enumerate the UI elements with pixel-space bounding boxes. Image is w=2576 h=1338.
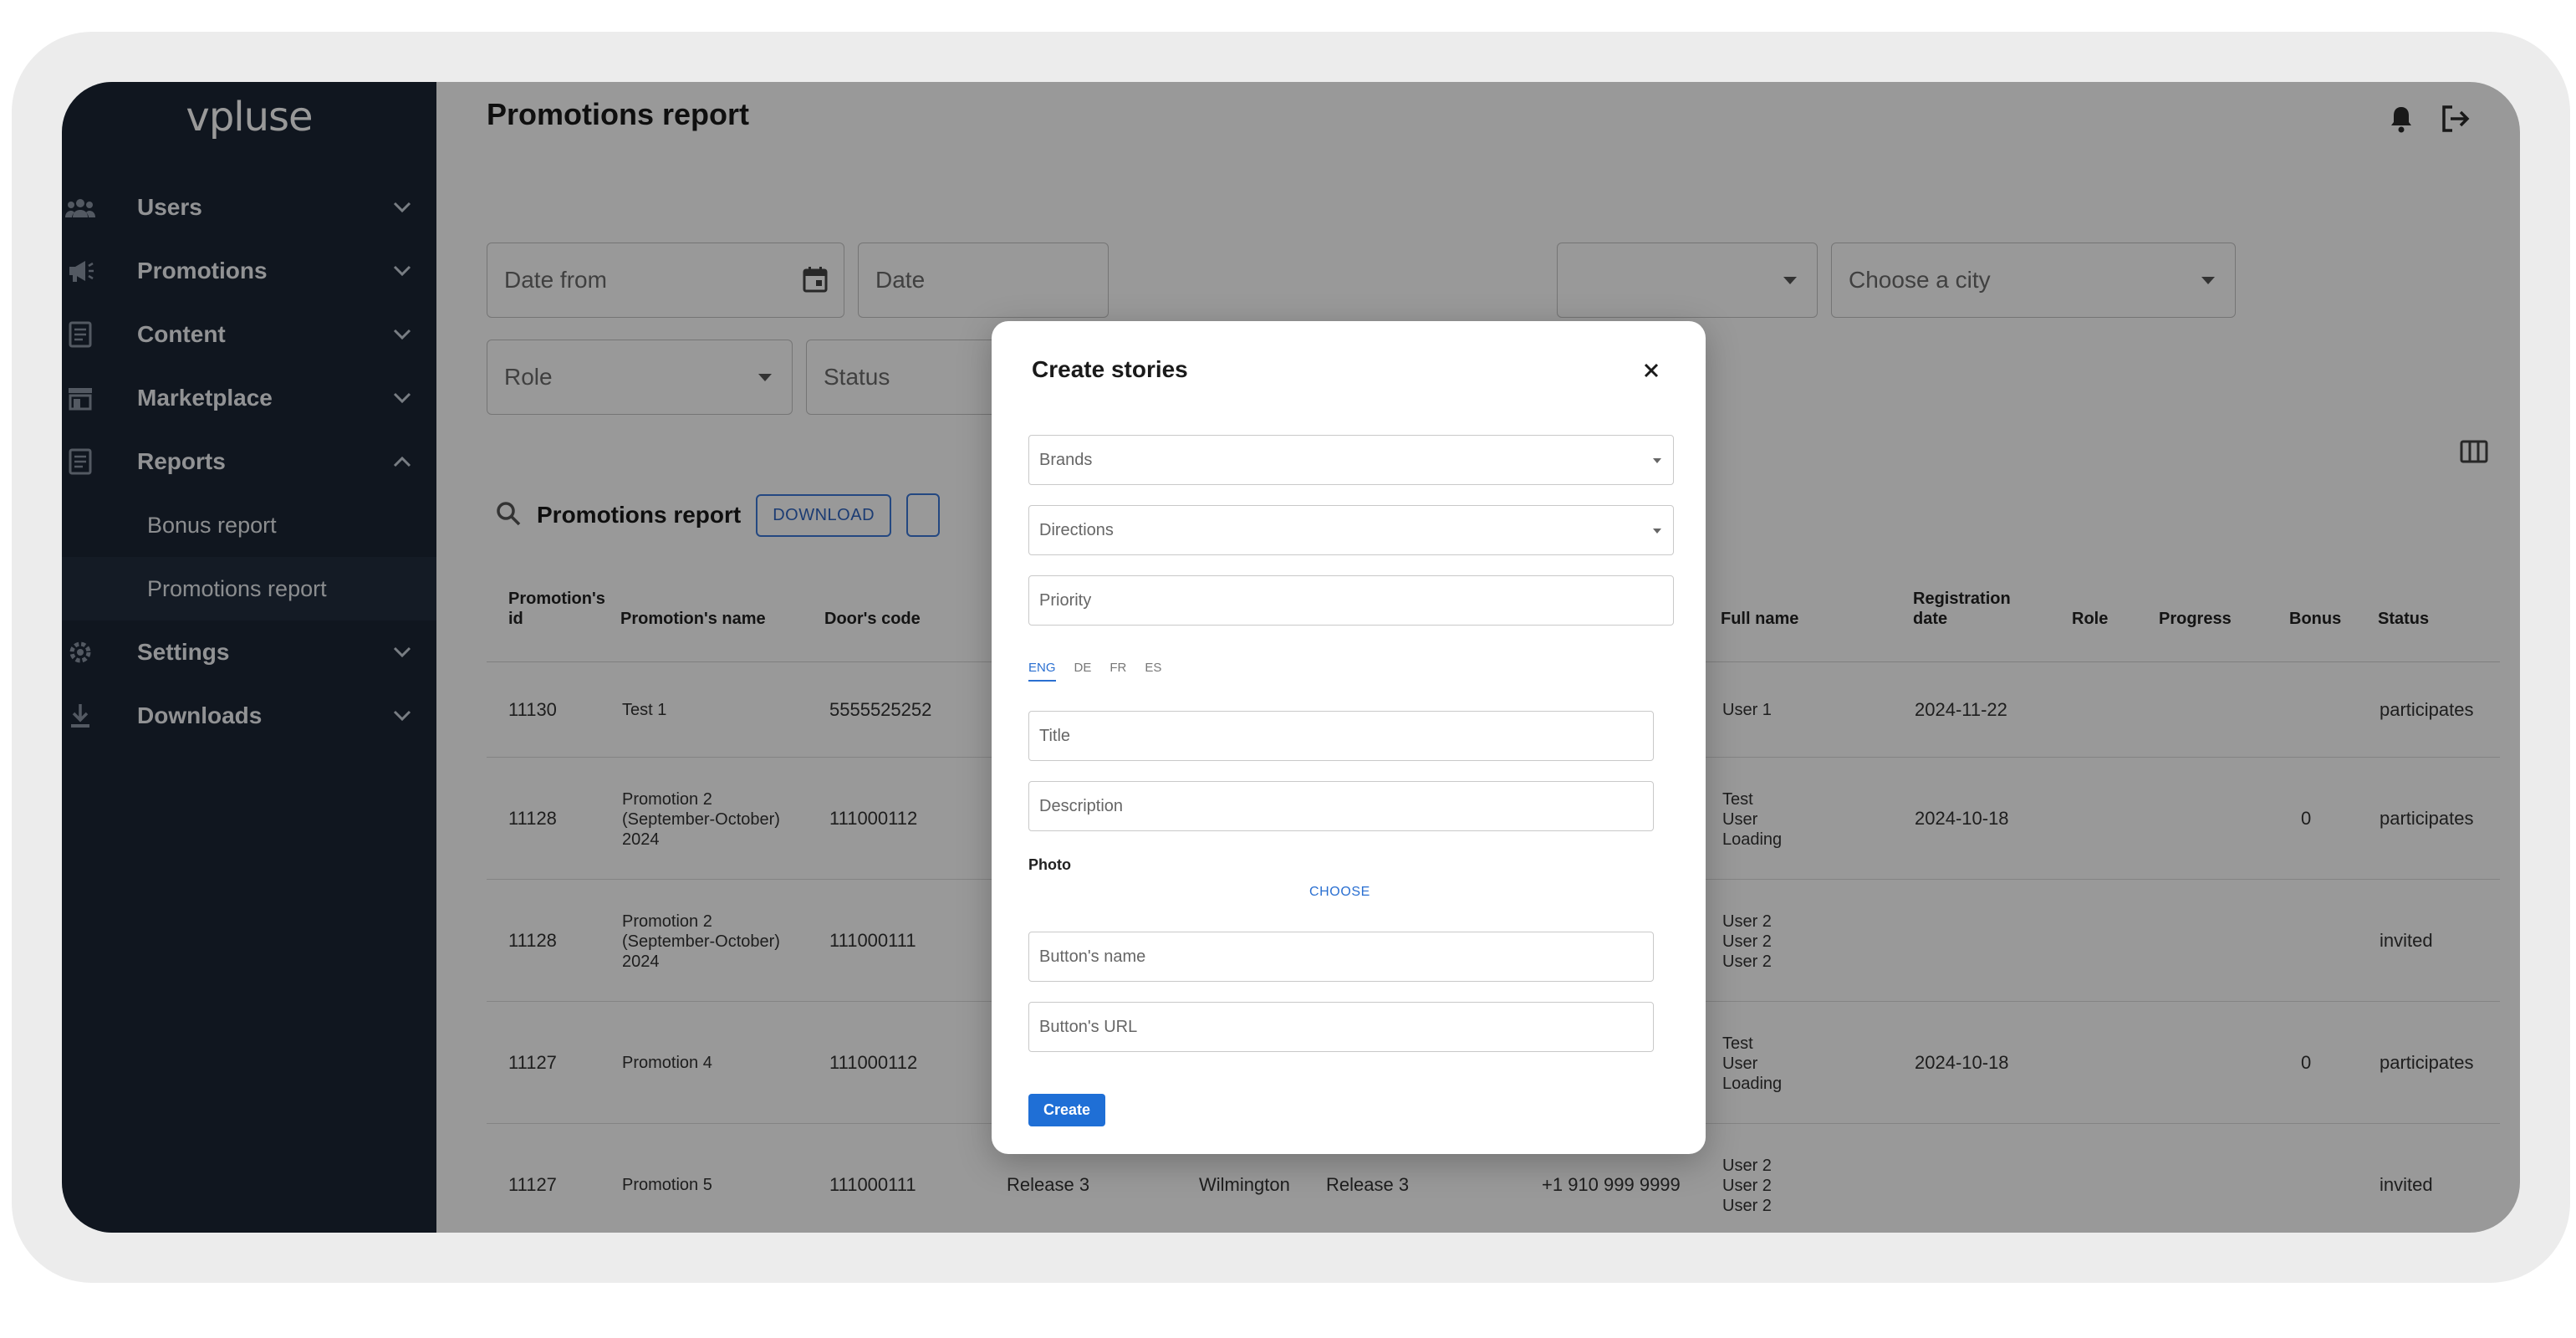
brands-placeholder: Brands xyxy=(1039,450,1093,469)
language-tabs: ENG DE FR ES xyxy=(1028,661,1161,682)
button-url-placeholder: Button's URL xyxy=(1039,1017,1138,1036)
title-placeholder: Title xyxy=(1039,726,1071,745)
tab-eng[interactable]: ENG xyxy=(1028,661,1056,682)
photo-label: Photo xyxy=(1028,856,1071,873)
brands-select[interactable]: Brands xyxy=(1028,435,1674,485)
title-input[interactable]: Title xyxy=(1028,711,1654,761)
create-button[interactable]: Create xyxy=(1028,1094,1106,1126)
close-icon[interactable] xyxy=(1639,358,1664,383)
caret-down-icon xyxy=(1653,529,1661,534)
tab-de[interactable]: DE xyxy=(1074,661,1092,682)
caret-down-icon xyxy=(1653,458,1661,463)
priority-input[interactable]: Priority xyxy=(1028,575,1674,626)
description-placeholder: Description xyxy=(1039,796,1124,815)
choose-photo-button[interactable]: CHOOSE xyxy=(1309,885,1370,900)
priority-placeholder: Priority xyxy=(1039,590,1092,610)
app-screen: vpluse Users Promotions Content Marketpl… xyxy=(62,82,2520,1233)
tab-fr[interactable]: FR xyxy=(1109,661,1126,682)
modal-title: Create stories xyxy=(1032,356,1188,382)
button-name-placeholder: Button's name xyxy=(1039,947,1146,966)
button-url-input[interactable]: Button's URL xyxy=(1028,1002,1654,1052)
button-name-input[interactable]: Button's name xyxy=(1028,932,1654,982)
directions-placeholder: Directions xyxy=(1039,520,1114,539)
create-stories-modal: Create stories Brands Directions Priorit… xyxy=(992,321,1706,1154)
description-input[interactable]: Description xyxy=(1028,781,1654,831)
directions-select[interactable]: Directions xyxy=(1028,505,1674,555)
tab-es[interactable]: ES xyxy=(1145,661,1161,682)
